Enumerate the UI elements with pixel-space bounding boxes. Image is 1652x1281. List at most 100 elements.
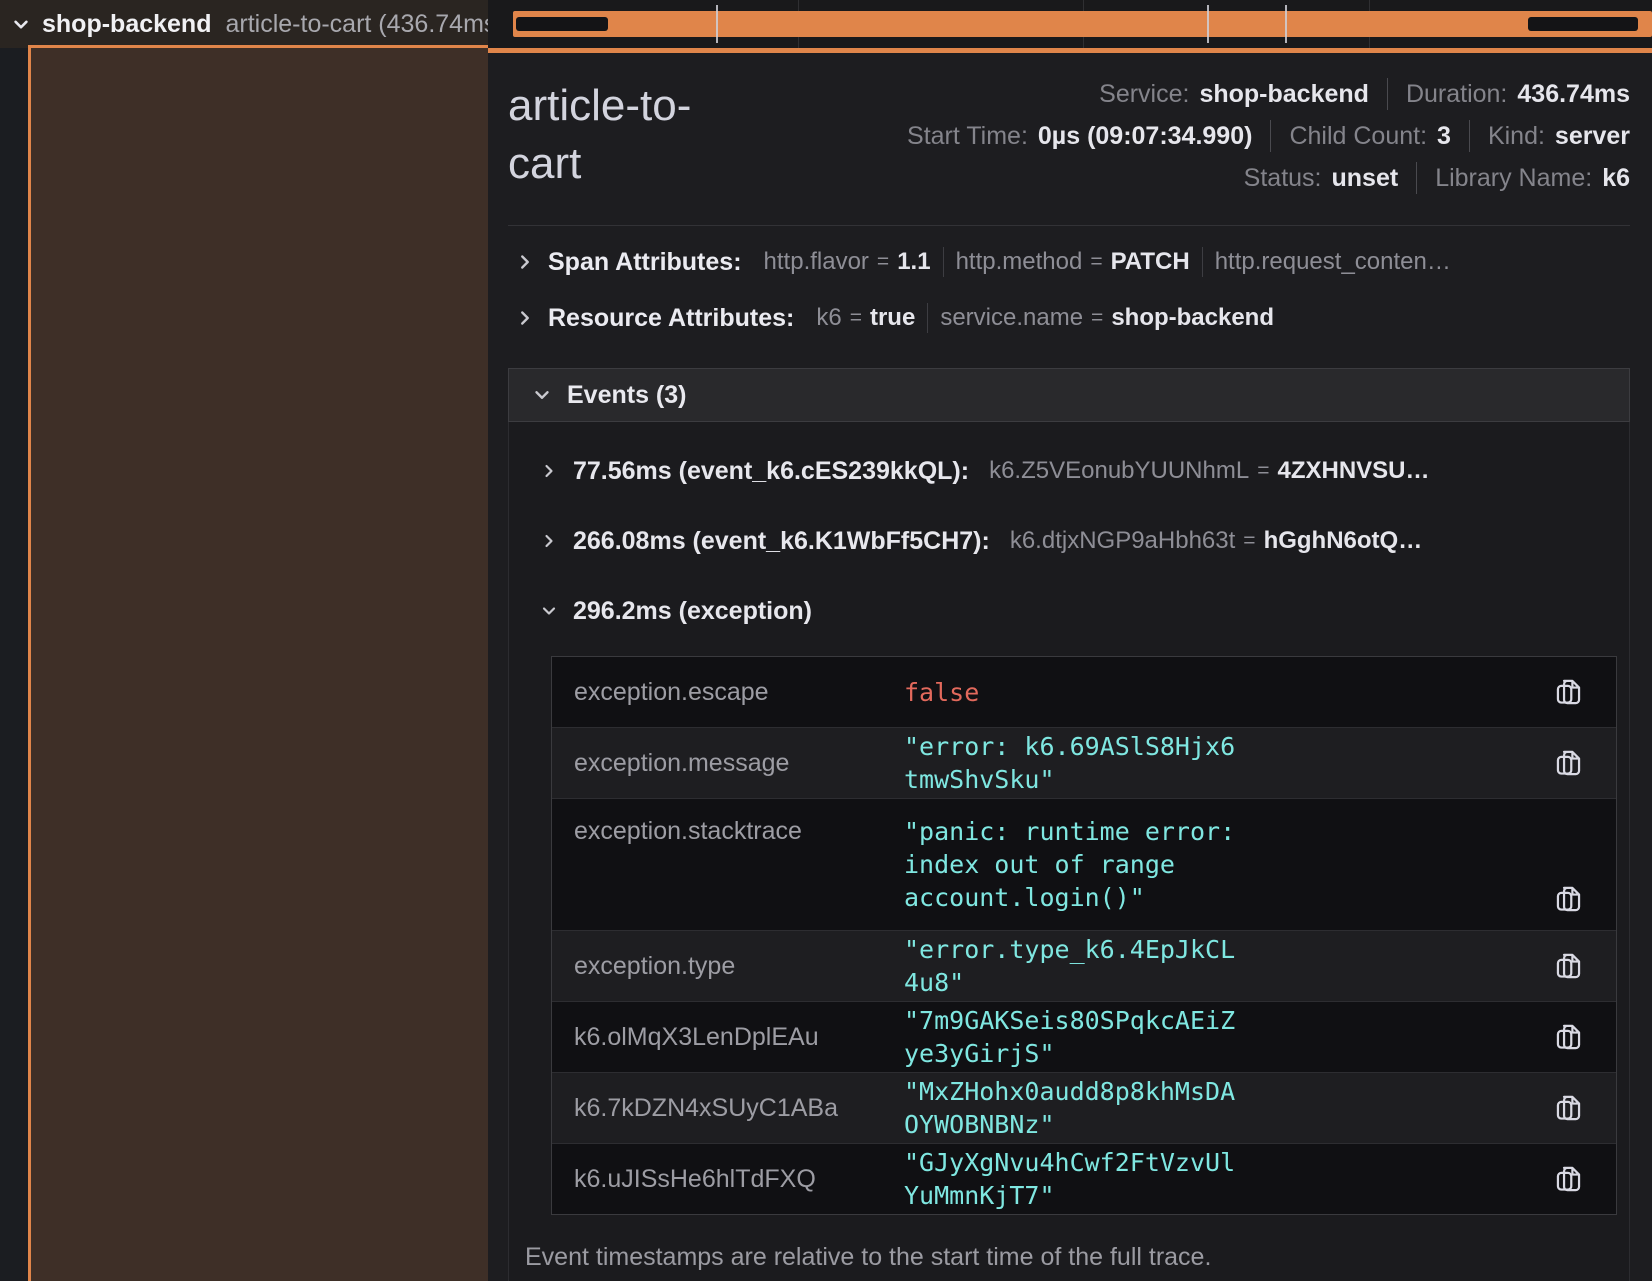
child-count-label: Child Count: <box>1289 122 1427 151</box>
events-footer-note: Event timestamps are relative to the sta… <box>525 1243 1629 1272</box>
chevron-right-icon[interactable] <box>539 461 559 481</box>
events-section-header[interactable]: Events (3) <box>508 368 1630 422</box>
event-title: 77.56ms (event_k6.cES239kkQL): <box>573 457 969 486</box>
duration-label: Duration: <box>1406 80 1507 109</box>
event-tick <box>716 5 718 43</box>
kind-value: server <box>1555 122 1630 151</box>
attribute-key: k6.uJISsHe6hlTdFXQ <box>552 1165 904 1194</box>
attribute-pair: k6 = true <box>816 304 915 332</box>
attribute-value: "MxZHohx0audd8p8khMsDAOYWOBNBNz" <box>904 1075 1243 1141</box>
start-time-value: 0µs (09:07:34.990) <box>1038 122 1253 151</box>
chevron-down-icon[interactable] <box>531 384 553 406</box>
start-time-label: Start Time: <box>907 122 1028 151</box>
equals-sign: = <box>877 250 889 274</box>
event-title: 266.08ms (event_k6.K1WbFf5CH7): <box>573 527 990 556</box>
metadata-separator <box>1387 78 1388 110</box>
copy-button[interactable] <box>1243 1022 1616 1052</box>
table-row: exception.type "error.type_k6.4EpJkCL4u8… <box>552 930 1616 1001</box>
child-span-bar[interactable] <box>516 17 608 31</box>
event-row-expanded[interactable]: 296.2ms (exception) <box>509 576 1629 646</box>
equals-sign: = <box>850 306 862 330</box>
event-title: 296.2ms (exception) <box>573 597 812 626</box>
attribute-pair: http.flavor = 1.1 <box>764 248 931 276</box>
attr-key: http.flavor <box>764 248 869 276</box>
span-detail-panel: article-to-cart Service: shop-backend Du… <box>488 48 1652 1281</box>
attr-key: k6 <box>816 304 841 332</box>
attr-value: 1.1 <box>897 248 930 276</box>
table-row: k6.uJISsHe6hlTdFXQ "GJyXgNvu4hCwf2FtVzvU… <box>552 1143 1616 1214</box>
event-row[interactable]: 77.56ms (event_k6.cES239kkQL): k6.Z5VEon… <box>509 436 1629 506</box>
copy-button[interactable] <box>1243 748 1616 778</box>
attribute-value: "7m9GAKSeis80SPqkcAEiZye3yGirjS" <box>904 1004 1243 1070</box>
table-row: exception.stacktrace "panic: runtime err… <box>552 798 1616 930</box>
copy-button[interactable] <box>1243 677 1616 707</box>
copy-button[interactable] <box>1243 1093 1616 1123</box>
attr-value: PATCH <box>1111 248 1190 276</box>
kind-label: Kind: <box>1488 122 1545 151</box>
chevron-right-icon[interactable] <box>514 307 536 329</box>
metadata-line: Service: shop-backend Duration: 436.74ms <box>907 73 1630 115</box>
table-row: exception.message "error: k6.69ASlS8Hjx6… <box>552 727 1616 798</box>
event-tick <box>1207 5 1209 43</box>
chevron-right-icon[interactable] <box>514 251 536 273</box>
pair-separator <box>1202 247 1203 277</box>
service-name-label: shop-backend <box>42 10 211 39</box>
attribute-key: k6.7kDZN4xSUyC1ABa <box>552 1094 904 1123</box>
child-span-bar[interactable] <box>1528 17 1638 31</box>
event-attr-key: k6.Z5VEonubYUUNhmL <box>989 457 1249 485</box>
span-tree-panel[interactable] <box>28 48 488 1281</box>
event-attr-value: 4ZXHNVSU… <box>1277 457 1429 485</box>
metadata-separator <box>1469 120 1470 152</box>
event-row[interactable]: 266.08ms (event_k6.K1WbFf5CH7): k6.dtjxN… <box>509 506 1629 576</box>
chevron-right-icon[interactable] <box>539 531 559 551</box>
table-row: k6.olMqX3LenDplEAu "7m9GAKSeis80SPqkcAEi… <box>552 1001 1616 1072</box>
attribute-pair: http.request_conten… <box>1215 248 1451 276</box>
events-list: 77.56ms (event_k6.cES239kkQL): k6.Z5VEon… <box>508 422 1630 1281</box>
attribute-key: k6.olMqX3LenDplEAu <box>552 1023 904 1052</box>
left-rail <box>0 48 28 1281</box>
attr-value: shop-backend <box>1111 304 1274 332</box>
chevron-down-icon[interactable] <box>8 11 34 37</box>
detail-header: article-to-cart Service: shop-backend Du… <box>508 71 1630 199</box>
attribute-value: false <box>904 676 1243 709</box>
resource-attributes-row[interactable]: Resource Attributes: k6 = true service.n… <box>508 290 1630 346</box>
chevron-down-icon[interactable] <box>539 601 559 621</box>
copy-button[interactable] <box>1243 951 1616 981</box>
span-title: article-to-cart <box>508 77 723 193</box>
span-name-duration-label: article-to-cart (436.74ms) <box>225 10 488 39</box>
attr-key: service.name <box>940 304 1083 332</box>
table-row: k6.7kDZN4xSUyC1ABa "MxZHohx0audd8p8khMsD… <box>552 1072 1616 1143</box>
attribute-value: "error: k6.69ASlS8Hjx6tmwShvSku" <box>904 730 1243 796</box>
equals-sign: = <box>1091 306 1103 330</box>
attribute-pair: http.method = PATCH <box>956 248 1190 276</box>
duration-value: 436.74ms <box>1517 80 1630 109</box>
equals-sign: = <box>1090 250 1102 274</box>
trace-timeline[interactable] <box>488 0 1652 48</box>
span-attributes-row[interactable]: Span Attributes: http.flavor = 1.1 http.… <box>508 234 1630 290</box>
attribute-key: exception.escape <box>552 678 904 707</box>
service-label: Service: <box>1099 80 1189 109</box>
pair-separator <box>927 303 928 333</box>
events-header-label: Events (3) <box>567 381 686 410</box>
attribute-key: exception.message <box>552 749 904 778</box>
span-duration-bar[interactable] <box>513 11 1652 37</box>
attribute-value: "error.type_k6.4EpJkCL4u8" <box>904 933 1243 999</box>
metadata-line: Status: unset Library Name: k6 <box>907 157 1630 199</box>
events-section: Events (3) 77.56ms (event_k6.cES239kkQL)… <box>508 368 1630 1281</box>
attr-key: http.method <box>956 248 1083 276</box>
attribute-pair: service.name = shop-backend <box>940 304 1274 332</box>
library-name-label: Library Name: <box>1435 164 1592 193</box>
service-value: shop-backend <box>1199 80 1368 109</box>
pair-separator <box>943 247 944 277</box>
exception-attributes-table: exception.escape false exception.message… <box>551 656 1617 1215</box>
attr-key: http.request_conten… <box>1215 248 1451 276</box>
equals-sign: = <box>1243 529 1255 553</box>
copy-button[interactable] <box>1243 1164 1616 1194</box>
attr-value: true <box>870 304 915 332</box>
copy-button[interactable] <box>1243 799 1616 930</box>
span-tree-row[interactable]: shop-backend article-to-cart (436.74ms) <box>0 0 488 48</box>
event-attr-value: hGghN6otQ… <box>1264 527 1423 555</box>
status-value: unset <box>1332 164 1399 193</box>
event-tick <box>1285 5 1287 43</box>
metadata-line: Start Time: 0µs (09:07:34.990) Child Cou… <box>907 115 1630 157</box>
